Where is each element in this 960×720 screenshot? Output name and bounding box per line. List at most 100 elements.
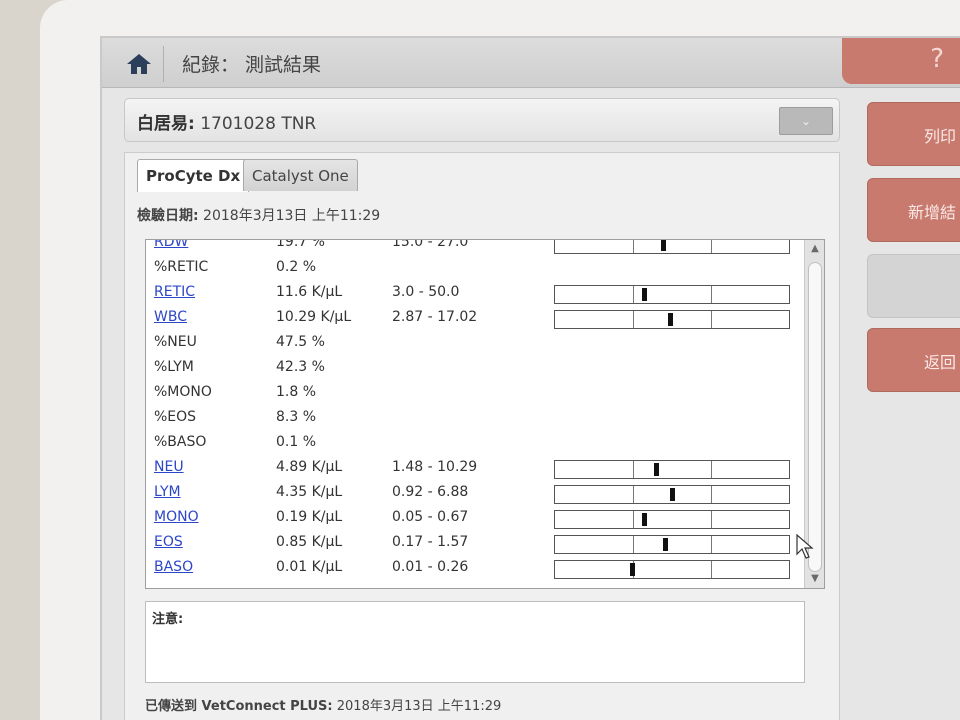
result-value: 42.3 %	[276, 359, 325, 375]
chevron-down-icon: ⌄	[800, 114, 812, 128]
result-value: 4.89 K/μL	[276, 459, 343, 475]
back-button[interactable]: 返回	[867, 328, 960, 392]
sent-status: 已傳送到 VetConnect PLUS: 2018年3月13日 上午11:29	[145, 695, 501, 714]
back-button-label: 返回	[923, 353, 956, 372]
result-value: 11.6 K/μL	[276, 284, 343, 300]
gauge-divider	[710, 561, 712, 578]
gauge-marker	[641, 288, 647, 301]
sent-status-value: 2018年3月13日 上午11:29	[332, 699, 502, 714]
result-row: EOS 0.85 K/μL 0.17 - 1.57	[146, 531, 806, 556]
gauge-divider	[632, 461, 634, 478]
result-row: NEU 4.89 K/μL 1.48 - 10.29	[146, 456, 806, 481]
result-row: BASO 0.01 K/μL 0.01 - 0.26	[146, 556, 806, 581]
scroll-thumb[interactable]	[808, 262, 822, 572]
test-date-label: 檢驗日期:	[137, 208, 199, 224]
result-value: 10.29 K/μL	[276, 309, 352, 325]
result-reference-range: 3.0 - 50.0	[392, 284, 460, 300]
tab-procyte-dx[interactable]: ProCyte Dx	[137, 159, 250, 192]
result-value: 0.2 %	[276, 259, 317, 275]
result-reference-range: 2.87 - 17.02	[392, 309, 478, 325]
patient-expand-button[interactable]: ⌄	[779, 107, 833, 135]
result-row: %RETIC 0.2 %	[146, 256, 806, 281]
gauge-marker	[667, 313, 673, 326]
gauge-divider	[632, 536, 634, 553]
gauge-marker	[670, 488, 675, 501]
result-range-gauge	[554, 560, 790, 579]
result-value: 0.85 K/μL	[276, 534, 343, 550]
result-reference-range: 0.01 - 0.26	[392, 559, 469, 575]
result-name: %BASO	[154, 434, 207, 450]
patient-label: 白居易:	[137, 114, 195, 134]
result-value: 0.1 %	[276, 434, 317, 450]
gauge-divider	[710, 461, 712, 478]
page-title: 紀錄： 測試結果	[182, 54, 322, 76]
result-name-link[interactable]: RETIC	[154, 284, 195, 300]
help-button[interactable]: ?	[842, 38, 960, 84]
title-bar: 紀錄： 測試結果 ?	[102, 38, 960, 88]
result-range-gauge	[554, 460, 790, 479]
sent-status-label: 已傳送到 VetConnect PLUS:	[145, 699, 333, 714]
print-button[interactable]: 列印	[867, 102, 960, 166]
result-name-link[interactable]: WBC	[154, 309, 187, 325]
result-name-link[interactable]: LYM	[154, 484, 181, 500]
home-icon	[126, 54, 151, 74]
results-list[interactable]: BASO 0.01 K/μL 0.01 - 0.26 EOS 0.85 K/μL 0.17…	[145, 239, 825, 589]
gauge-divider	[632, 311, 634, 328]
add-results-button[interactable]: 新增結	[867, 178, 960, 242]
result-range-gauge	[554, 535, 790, 554]
test-date-value: 2018年3月13日 上午11:29	[198, 208, 381, 224]
result-range-gauge	[554, 310, 790, 329]
gauge-divider	[632, 511, 634, 528]
result-range-gauge	[554, 485, 790, 504]
mouse-cursor-icon	[796, 534, 814, 559]
result-name-link[interactable]: MONO	[154, 509, 199, 525]
result-range-gauge	[554, 285, 790, 304]
gauge-divider	[632, 486, 634, 503]
result-row: WBC 10.29 K/μL 2.87 - 17.02	[146, 306, 806, 331]
result-value: 4.35 K/μL	[276, 484, 343, 500]
result-reference-range: 0.05 - 0.67	[392, 509, 469, 525]
patient-name: 白居易: 1701028 TNR	[137, 109, 316, 134]
gauge-divider	[710, 286, 712, 303]
result-value: 8.3 %	[276, 409, 317, 425]
result-name-link[interactable]: NEU	[154, 459, 184, 475]
help-icon: ?	[930, 44, 944, 74]
gauge-marker	[641, 513, 647, 526]
result-name-link[interactable]: EOS	[154, 534, 183, 550]
result-value: 0.01 K/μL	[276, 559, 343, 575]
gauge-marker	[653, 463, 659, 476]
result-name: %LYM	[154, 359, 194, 375]
scroll-up-icon[interactable]: ▲	[807, 242, 823, 256]
disabled-button	[867, 254, 960, 318]
test-date: 檢驗日期: 2018年3月13日 上午11:29	[137, 205, 380, 225]
result-row: %NEU 47.5 %	[146, 331, 806, 356]
result-range-gauge	[554, 240, 790, 254]
home-button[interactable]	[114, 46, 164, 82]
result-name: %EOS	[154, 409, 197, 425]
notes-box[interactable]: 注意:	[145, 601, 805, 683]
gauge-divider	[632, 286, 634, 303]
gauge-marker	[660, 240, 666, 251]
notes-label: 注意:	[152, 612, 184, 627]
gauge-divider	[710, 536, 712, 553]
screen: 紀錄： 測試結果 ? 列印 新增結 返回 白居易: 1701028 TNR ⌄ …	[100, 36, 960, 720]
scroll-down-icon[interactable]: ▼	[807, 572, 823, 586]
patient-id: 1701028 TNR	[194, 114, 317, 134]
result-row: RDW 19.7 % 15.0 - 27.0	[146, 239, 806, 256]
result-row: %MONO 1.8 %	[146, 381, 806, 406]
print-button-label: 列印	[923, 127, 956, 146]
result-row: RETIC 11.6 K/μL 3.0 - 50.0	[146, 281, 806, 306]
gauge-divider	[632, 240, 634, 253]
result-value: 19.7 %	[276, 239, 325, 250]
result-row: %LYM 42.3 %	[146, 356, 806, 381]
result-row: LYM 4.35 K/μL 0.92 - 6.88	[146, 481, 806, 506]
gauge-divider	[710, 486, 712, 503]
tab-catalyst-one[interactable]: Catalyst One	[243, 159, 358, 191]
result-name-link[interactable]: BASO	[154, 559, 193, 575]
result-name-link[interactable]: RDW	[154, 240, 188, 250]
result-value: 0.19 K/μL	[276, 509, 343, 525]
gauge-marker	[630, 563, 636, 576]
result-reference-range: 0.17 - 1.57	[392, 534, 469, 550]
gauge-divider	[710, 311, 712, 328]
result-name: %NEU	[154, 334, 197, 350]
